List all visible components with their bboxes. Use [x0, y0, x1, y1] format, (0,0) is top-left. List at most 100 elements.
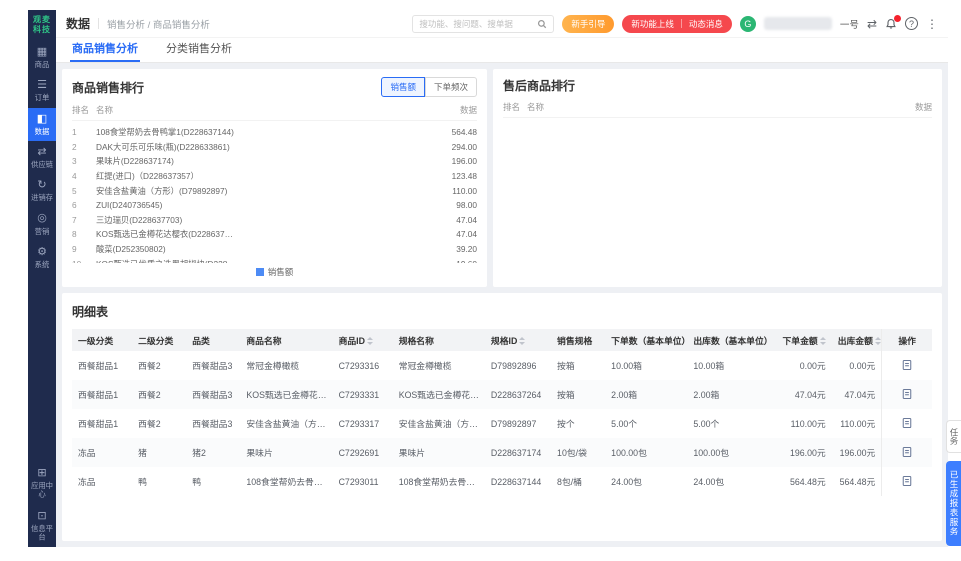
- rank-number: 5: [72, 185, 77, 196]
- account-store-label[interactable]: 一号: [840, 17, 859, 31]
- detail-table-header-row: 一级分类 二级分类 品类 商品名称 商品ID 规格名称 规格ID 销售规格 下单…: [72, 329, 932, 351]
- sidebar-item-marketing[interactable]: ◎ 营销: [28, 207, 56, 240]
- search-input[interactable]: 搜功能、搜问题、搜单据: [412, 14, 555, 33]
- search-placeholder: 搜功能、搜问题、搜单据: [419, 18, 513, 29]
- sales-value: 564.48: [451, 127, 477, 138]
- table-row[interactable]: 西餐甜品1 西餐2 西餐甜品3 安佳含盐黄油（方形） C7293317 安佳含盐黄油（…: [72, 409, 932, 438]
- analysis-tabs: 商品销售分析 分类销售分析: [56, 37, 948, 63]
- sidebar-item-data[interactable]: ◧ 数据: [28, 107, 56, 141]
- task-float-tab[interactable]: 任务: [946, 420, 961, 453]
- notification-bell-icon[interactable]: [885, 14, 901, 30]
- chart-row: 7 三边瑞贝(D228637703) 47.04: [72, 213, 477, 228]
- cell-r5-c6: 108食堂帮奶去骨鸭掌1: [398, 477, 485, 487]
- inventory-icon: ↻: [37, 179, 47, 192]
- col-product-id[interactable]: 商品ID: [332, 329, 393, 351]
- col-rank: 排名: [72, 105, 90, 115]
- col-level2-category[interactable]: 二级分类: [132, 329, 187, 351]
- rank-number: 2: [72, 141, 77, 152]
- cell-r2-c2: 西餐2: [132, 380, 187, 409]
- avatar[interactable]: G: [739, 15, 756, 32]
- toggle-order-frequency[interactable]: 下单频次: [424, 77, 477, 97]
- row-actions-cell: [881, 438, 932, 467]
- col-level1-category[interactable]: 一级分类: [72, 329, 133, 351]
- sidebar-item-appcenter[interactable]: ⊞ 应用中心: [28, 462, 56, 504]
- cell-r4-c3: 猪2: [186, 438, 241, 467]
- col-category[interactable]: 品类: [186, 329, 241, 351]
- generated-report-float-tab[interactable]: 已生成报表服务: [946, 461, 961, 546]
- sidebar-item-system[interactable]: ⚙ 系统: [28, 241, 56, 274]
- search-icon[interactable]: [537, 19, 547, 29]
- report-doc-icon[interactable]: [901, 359, 913, 371]
- product-name: 红提(进口)（D228637357）: [96, 171, 199, 182]
- table-row[interactable]: 冻品 鸭 鸭 108食堂帮奶去骨鸭掌1 C7293011 108食堂帮奶去骨鸭掌1 D…: [72, 467, 932, 496]
- col-spec-name[interactable]: 规格名称: [392, 329, 485, 351]
- report-doc-icon[interactable]: [901, 417, 913, 429]
- cell-r2-c12: 47.04元: [831, 380, 882, 409]
- chart-row: 5 安佳含盐黄油（方形）(D79892897) 110.00: [72, 183, 477, 198]
- toggle-sales-amount[interactable]: 销售额: [381, 77, 425, 97]
- col-sale-spec[interactable]: 销售规格: [551, 329, 606, 351]
- cell-r1-c4: 常冠金樽橄榄: [246, 361, 300, 371]
- chart-row: 1 108食堂帮奶去骨鸭掌1(D228637144) 564.48: [72, 125, 477, 140]
- cell-r1-c7: D79892896: [490, 360, 537, 371]
- cell-r5-c2: 鸭: [138, 477, 147, 487]
- col-product-name[interactable]: 商品名称: [240, 329, 333, 351]
- cell-r3-c7: D79892897: [490, 418, 537, 429]
- sidebar-item-goods[interactable]: ▦ 商品: [28, 41, 56, 74]
- table-row[interactable]: 冻品猪 猪2 果味片 C7292691 果味片 D228637174 10包/袋 10…: [72, 438, 932, 467]
- guide-button[interactable]: 新手引导: [562, 14, 615, 33]
- col-order-amount[interactable]: 下单金额: [769, 329, 832, 351]
- col-outbound-amount[interactable]: 出库金额: [831, 329, 882, 351]
- detail-table-title: 明细表: [72, 305, 109, 319]
- tab-product-sales-analysis[interactable]: 商品销售分析: [70, 36, 140, 62]
- ranking-columns: 排名 名称 数据: [72, 97, 477, 121]
- sales-ranking-panel: 商品销售排行 销售额 下单频次 排名 名称 数据 1 108食堂帮奶去骨鸭掌1(…: [62, 69, 487, 287]
- rank-number: 1: [72, 127, 77, 138]
- supply-icon: ⇄: [37, 145, 47, 158]
- report-doc-icon[interactable]: [901, 475, 913, 487]
- product-name: 安佳含盐黄油（方形）(D79892897): [96, 185, 228, 196]
- rank-number: 8: [72, 229, 77, 240]
- cell-r3-c11: 110.00元: [790, 419, 826, 429]
- sidebar-item-orders[interactable]: ☰ 订单: [28, 74, 56, 107]
- table-row[interactable]: 西餐甜品1西餐2 西餐甜品3KOS甄选已金樽花达樱衣 C7293331KOS甄选…: [72, 380, 932, 409]
- promo-news[interactable]: 动态消息: [689, 18, 723, 30]
- breadcrumb: 销售分析 / 商品销售分析: [107, 19, 210, 31]
- col-outbound-qty[interactable]: 出库数（基本单位）: [687, 329, 770, 351]
- topbar: 数据 销售分析 / 商品销售分析 搜功能、搜问题、搜单据 新手引导 新功能上线 …: [56, 10, 948, 37]
- table-row[interactable]: 西餐甜品1 西餐2 西餐甜品3 常冠金樽橄榄 C7293316 常冠金樽橄榄 D798…: [72, 351, 932, 380]
- cell-r2-c8: 按箱: [551, 380, 606, 409]
- cell-r3-c1: 西餐甜品1: [78, 419, 119, 429]
- cell-r2-c6: KOS甄选已金樽花达樱衣: [392, 380, 485, 409]
- report-doc-icon[interactable]: [901, 388, 913, 400]
- report-doc-icon[interactable]: [901, 446, 913, 458]
- detail-table: 一级分类 二级分类 品类 商品名称 商品ID 规格名称 规格ID 销售规格 下单…: [72, 329, 932, 496]
- notification-badge: [894, 14, 901, 22]
- bar-track: [242, 128, 392, 136]
- sidebar-item-platform[interactable]: ⊡ 信息平台: [28, 505, 56, 547]
- col-order-qty[interactable]: 下单数（基本单位）: [605, 329, 688, 351]
- cell-r2-c11: 47.04元: [769, 380, 832, 409]
- sidebar-item-label: 营销: [34, 226, 50, 236]
- promo-new-feature[interactable]: 新功能上线: [631, 18, 674, 30]
- cell-r4-c12: 196.00元: [831, 438, 882, 467]
- metric-toggle: 销售额 下单频次: [381, 77, 477, 97]
- chart-row: 4 红提(进口)（D228637357） 123.48: [72, 169, 477, 184]
- cell-r2-c4: KOS甄选已金樽花达樱衣: [240, 380, 333, 409]
- sidebar-item-supply[interactable]: ⇄ 供应链: [28, 141, 56, 174]
- bar-track: [242, 245, 392, 253]
- sort-icon: [874, 337, 881, 345]
- tab-category-sales-analysis[interactable]: 分类销售分析: [164, 36, 234, 62]
- cell-r5-c4: 108食堂帮奶去骨鸭掌1: [246, 477, 333, 487]
- cell-r1-c8: 按箱: [557, 361, 575, 371]
- switch-account-icon[interactable]: ⇄: [867, 18, 877, 30]
- col-spec-id[interactable]: 规格ID: [484, 329, 552, 351]
- help-icon[interactable]: ?: [905, 17, 918, 30]
- more-menu-icon[interactable]: ⋮: [926, 18, 938, 30]
- cell-r2-c5: C7293331: [332, 380, 393, 409]
- sidebar-item-inventory[interactable]: ↻ 进销存: [28, 174, 56, 207]
- promo-button[interactable]: 新功能上线 动态消息: [622, 14, 732, 33]
- chart-row: 2 DAK大可乐可乐味(瓶)(D228633861) 294.00: [72, 140, 477, 155]
- cell-r5-c11: 564.48元: [789, 477, 826, 487]
- goods-icon: ▦: [36, 46, 48, 58]
